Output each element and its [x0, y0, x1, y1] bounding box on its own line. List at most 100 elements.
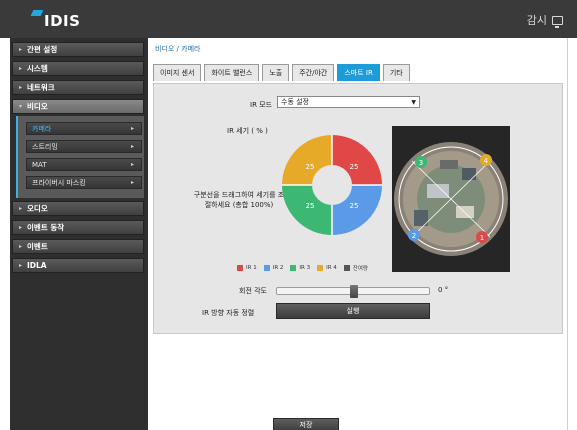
- sidebar-item-idla[interactable]: ▸ IDLA: [12, 258, 144, 273]
- legend-item-ir4: IR 4: [317, 265, 337, 271]
- ir4-sector[interactable]: [282, 135, 332, 185]
- chevron-right-icon: ▸: [19, 84, 23, 91]
- sidebar-item-quick-setup[interactable]: ▸ 간편 설정: [12, 42, 144, 57]
- run-button[interactable]: 실행: [276, 303, 430, 319]
- sidebar-item-label: 시스템: [27, 64, 48, 73]
- submenu-item-label: 카메라: [32, 124, 52, 133]
- legend-label: IR 2: [272, 265, 284, 271]
- ir3-value: 25: [306, 202, 315, 210]
- save-button[interactable]: 저장: [273, 418, 339, 430]
- sidebar-item-label: 비디오: [27, 102, 48, 111]
- legend-label: IR 3: [299, 265, 311, 271]
- legend-swatch: [237, 265, 243, 271]
- app-window: IDIS 감시 ▸ 간편 설정 ▸ 시스템 ▸ 네트워크 ▾ 비디오 카메라 ▸: [0, 0, 577, 430]
- ir-donut-svg[interactable]: 25 25 25 25: [281, 134, 383, 236]
- ir3-sector[interactable]: [282, 185, 332, 235]
- sidebar-item-system[interactable]: ▸ 시스템: [12, 61, 144, 76]
- chevron-right-icon: ▸: [130, 179, 134, 186]
- legend-swatch: [317, 265, 324, 271]
- chevron-down-icon: ▾: [19, 103, 23, 110]
- slider-thumb[interactable]: [350, 285, 358, 298]
- fisheye-camera-preview[interactable]: 3 4 2 1: [392, 126, 510, 272]
- legend-label: IR 4: [326, 265, 337, 271]
- chevron-right-icon: ▸: [19, 262, 23, 269]
- legend-item-ir3: IR 3: [290, 265, 310, 271]
- sidebar-item-video[interactable]: ▾ 비디오: [12, 99, 144, 114]
- legend-label: IR 1: [246, 265, 257, 271]
- legend-item-remaining: 잔여량: [343, 264, 368, 272]
- ir1-value: 25: [350, 163, 359, 171]
- legend-swatch: [290, 265, 297, 271]
- tab-exposure[interactable]: 노출: [262, 64, 290, 81]
- video-submenu: 카메라 ▸ 스트리밍 ▸ MAT ▸ 프라이버시 마스킹 ▸: [16, 116, 144, 198]
- top-bar: IDIS 감시: [0, 0, 577, 38]
- fisheye-preview-svg[interactable]: 3 4 2 1: [392, 126, 510, 272]
- ir1-sector[interactable]: [332, 135, 382, 185]
- ir2-sector[interactable]: [332, 185, 382, 235]
- ir-mode-select[interactable]: 수동 설정 ▼: [277, 96, 420, 108]
- tab-white-balance[interactable]: 화이트 밸런스: [204, 64, 260, 81]
- breadcrumb: 비디오 / 카메라: [155, 45, 201, 53]
- monitor-link[interactable]: 감시: [527, 12, 563, 28]
- ir-auto-align-label: IR 방향 자동 정렬: [202, 309, 255, 317]
- logo-accent-mark: [30, 10, 44, 16]
- main-content: 비디오 / 카메라 이미지 센서 화이트 밸런스 노출 주간/야간 스마트 IR…: [148, 38, 567, 430]
- chevron-right-icon: ▸: [19, 205, 23, 212]
- monitor-label[interactable]: 감시: [527, 12, 547, 28]
- legend-swatch: [343, 265, 350, 271]
- legend-item-ir1: IR 1: [237, 265, 257, 271]
- rotation-angle-value: 0 °: [438, 286, 449, 294]
- sidebar-item-event-action[interactable]: ▸ 이벤트 동작: [12, 220, 144, 235]
- chevron-right-icon: ▸: [19, 46, 23, 53]
- legend-label: 잔여량: [352, 266, 368, 272]
- ir2-value: 25: [350, 202, 359, 210]
- monitor-icon[interactable]: [552, 15, 563, 28]
- sidebar-item-network[interactable]: ▸ 네트워크: [12, 80, 144, 95]
- submenu-item-mat[interactable]: MAT ▸: [26, 158, 142, 171]
- chevron-right-icon: ▸: [130, 125, 134, 132]
- sidebar-item-audio[interactable]: ▸ 오디오: [12, 201, 144, 216]
- rotation-angle-slider[interactable]: [276, 285, 430, 298]
- ir-mode-value[interactable]: 수동 설정: [281, 97, 309, 107]
- submenu-item-privacy-masking[interactable]: 프라이버시 마스킹 ▸: [26, 176, 142, 189]
- sidebar-item-label: IDLA: [27, 261, 47, 270]
- submenu-item-label: 스트리밍: [32, 142, 58, 151]
- sidebar-item-label: 오디오: [27, 204, 48, 213]
- chevron-right-icon: ▸: [19, 65, 23, 72]
- ir-legend: IR 1 IR 2 IR 3 IR 4 잔여량: [237, 264, 368, 272]
- ir-mode-label: IR 모드: [250, 101, 273, 109]
- ir1-zone-number: 1: [480, 234, 484, 242]
- right-scrollbar[interactable]: [567, 38, 577, 430]
- sidebar-item-label: 네트워크: [27, 83, 55, 92]
- sidebar: ▸ 간편 설정 ▸ 시스템 ▸ 네트워크 ▾ 비디오 카메라 ▸ 스트리밍 ▸ …: [10, 38, 148, 430]
- chevron-right-icon: ▸: [19, 243, 23, 250]
- smart-ir-panel: IR 모드 수동 설정 ▼ IR 세기 ( % ) 구분선을 드래그하여 세기를…: [153, 83, 563, 334]
- ir-intensity-donut[interactable]: 25 25 25 25: [281, 134, 383, 236]
- ir4-value: 25: [306, 163, 315, 171]
- chevron-right-icon: ▸: [130, 143, 134, 150]
- idis-logo: IDIS: [12, 8, 132, 32]
- ir3-zone-number: 3: [419, 159, 423, 167]
- submenu-item-label: 프라이버시 마스킹: [32, 178, 86, 187]
- sidebar-item-event[interactable]: ▸ 이벤트: [12, 239, 144, 254]
- rotation-angle-label: 회전 각도: [239, 287, 267, 295]
- tab-image-sensor[interactable]: 이미지 센서: [153, 64, 202, 81]
- chevron-right-icon: ▸: [19, 224, 23, 231]
- sidebar-item-label: 이벤트: [27, 242, 48, 251]
- tab-smart-ir[interactable]: 스마트 IR: [337, 64, 380, 81]
- tab-bar: 이미지 센서 화이트 밸런스 노출 주간/야간 스마트 IR 기타: [153, 64, 410, 82]
- tab-day-night[interactable]: 주간/야간: [292, 64, 335, 81]
- chair-shape: [462, 168, 476, 180]
- ir2-zone-number: 2: [412, 232, 416, 240]
- dropdown-caret-icon[interactable]: ▼: [411, 99, 416, 106]
- tab-other[interactable]: 기타: [382, 64, 410, 81]
- ir-intensity-label: IR 세기 ( % ): [227, 127, 268, 135]
- sidebar-item-label: 간편 설정: [27, 45, 58, 54]
- left-margin: [0, 38, 10, 430]
- desk-shape: [440, 160, 458, 169]
- legend-swatch: [263, 265, 270, 271]
- submenu-item-camera[interactable]: 카메라 ▸: [26, 122, 142, 135]
- desk-shape: [456, 206, 474, 218]
- submenu-item-streaming[interactable]: 스트리밍 ▸: [26, 140, 142, 153]
- submenu-item-label: MAT: [32, 160, 47, 169]
